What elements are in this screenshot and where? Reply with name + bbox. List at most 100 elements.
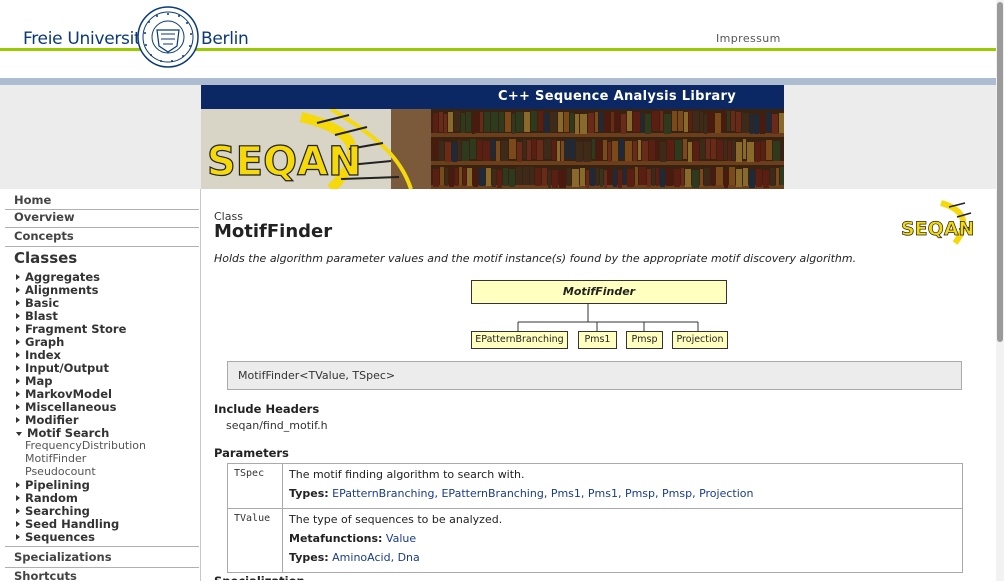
book-spine (743, 139, 746, 159)
book-spine (666, 168, 673, 186)
metafunctions-links[interactable]: Value (386, 532, 416, 545)
book-spine (716, 167, 723, 185)
book-spine (570, 139, 575, 159)
triangle-right-icon (16, 300, 20, 306)
sidebar-item-input-output[interactable]: Input/Output (16, 361, 109, 375)
book-spine (700, 169, 703, 187)
book-spine (736, 112, 741, 132)
book-spine (527, 140, 531, 160)
book-spine (693, 141, 699, 161)
book-spine (633, 141, 637, 161)
book-spine (445, 168, 448, 186)
diagram-child-node[interactable]: Pmsp (626, 331, 663, 349)
param-body-cell: The motif finding algorithm to search wi… (283, 464, 962, 508)
sidebar-item-modifier[interactable]: Modifier (16, 413, 79, 427)
book-spine (684, 112, 688, 132)
sidebar-item-label: Miscellaneous (25, 400, 117, 414)
triangle-right-icon (16, 404, 20, 410)
diagram-child-node[interactable]: EPatternBranching (471, 331, 568, 349)
book-spine (732, 140, 735, 160)
book-spine (466, 112, 471, 132)
book-spine (580, 114, 587, 134)
sidebar-subitem-frequencydistribution[interactable]: FrequencyDistribution (25, 439, 146, 452)
book-spine (433, 113, 438, 133)
triangle-right-icon (16, 339, 20, 345)
sidebar-divider (5, 227, 199, 228)
book-spine (535, 168, 541, 186)
sidebar-classes-heading[interactable]: Classes (14, 249, 77, 267)
book-spine (483, 141, 490, 161)
sidebar-divider (5, 246, 199, 247)
page-scrollbar[interactable] (996, 0, 1004, 581)
book-spine (664, 114, 671, 134)
next-section-heading: Specialization (214, 574, 305, 580)
book-spine (459, 167, 462, 185)
book-spine (523, 167, 529, 185)
book-spine (613, 169, 617, 187)
sidebar-link-specializations[interactable]: Specializations (14, 550, 112, 564)
sidebar-item-index[interactable]: Index (16, 348, 61, 362)
book-spine (449, 169, 454, 187)
book-spine (486, 168, 491, 186)
types-links[interactable]: EPatternBranching, EPatternBranching, Pm… (332, 487, 753, 500)
book-spine (600, 169, 603, 187)
book-spine (780, 167, 784, 185)
book-spine (433, 169, 439, 187)
sidebar-item-blast[interactable]: Blast (16, 309, 58, 323)
book-spine (444, 114, 447, 134)
book-spine (567, 168, 571, 186)
diagram-child-node[interactable]: Pms1 (578, 331, 617, 349)
sidebar-item-sequences[interactable]: Sequences (16, 530, 95, 544)
triangle-down-icon (16, 432, 22, 436)
sidebar-item-aggregates[interactable]: Aggregates (16, 270, 100, 284)
sidebar-item-alignments[interactable]: Alignments (16, 283, 99, 297)
book-spine (760, 114, 765, 134)
book-spine (439, 112, 443, 132)
sidebar-item-random[interactable]: Random (16, 491, 78, 505)
book-spine (586, 170, 589, 188)
book-spine (736, 142, 742, 162)
university-seal-icon[interactable] (137, 6, 199, 68)
diagram-root-node[interactable]: MotifFinder (471, 280, 727, 304)
scrollbar-thumb[interactable] (997, 2, 1003, 342)
book-spine (639, 167, 646, 185)
parameters-heading: Parameters (214, 446, 289, 460)
sidebar-item-label: Pipelining (25, 478, 90, 492)
sidebar-item-pipelining[interactable]: Pipelining (16, 478, 90, 492)
sidebar-item-basic[interactable]: Basic (16, 296, 59, 310)
book-spine (472, 114, 475, 134)
book-spine (685, 169, 691, 187)
sidebar-subitem-motiffinder[interactable]: MotifFinder (25, 452, 86, 465)
book-spine (452, 142, 457, 162)
class-description: Holds the algorithm parameter values and… (214, 252, 857, 265)
sidebar-item-motif-search[interactable]: Motif Search (16, 426, 109, 440)
sidebar-subitem-pseudocount[interactable]: Pseudocount (25, 465, 96, 478)
book-spine (736, 169, 742, 187)
sidebar-item-miscellaneous[interactable]: Miscellaneous (16, 400, 116, 414)
sidebar-link-concepts[interactable]: Concepts (14, 229, 74, 243)
sidebar-item-map[interactable]: Map (16, 374, 52, 388)
book-spine (445, 142, 451, 162)
sidebar-item-searching[interactable]: Searching (16, 504, 90, 518)
sidebar-item-label: Fragment Store (25, 322, 127, 336)
library-banner-image: SEQAN (201, 109, 784, 189)
triangle-right-icon (16, 365, 20, 371)
book-spine (623, 167, 626, 185)
university-name-right[interactable]: Berlin (201, 29, 249, 49)
sidebar-link-home[interactable]: Home (14, 193, 51, 207)
book-spine (633, 112, 640, 132)
book-spine (649, 140, 655, 160)
sidebar-item-graph[interactable]: Graph (16, 335, 64, 349)
sidebar-item-markovmodel[interactable]: MarkovModel (16, 387, 112, 401)
book-spine (689, 111, 692, 131)
book-spine (544, 113, 549, 133)
sidebar-item-fragment-store[interactable]: Fragment Store (16, 322, 126, 336)
book-spine (570, 113, 574, 133)
sidebar-item-seed-handling[interactable]: Seed Handling (16, 517, 119, 531)
types-links[interactable]: AminoAcid, Dna (332, 551, 420, 564)
sidebar-item-label: Graph (25, 335, 65, 349)
sidebar-link-overview[interactable]: Overview (14, 210, 75, 224)
diagram-child-node[interactable]: Projection (672, 331, 728, 349)
impressum-link[interactable]: Impressum (716, 32, 781, 45)
book-spine (512, 114, 515, 134)
